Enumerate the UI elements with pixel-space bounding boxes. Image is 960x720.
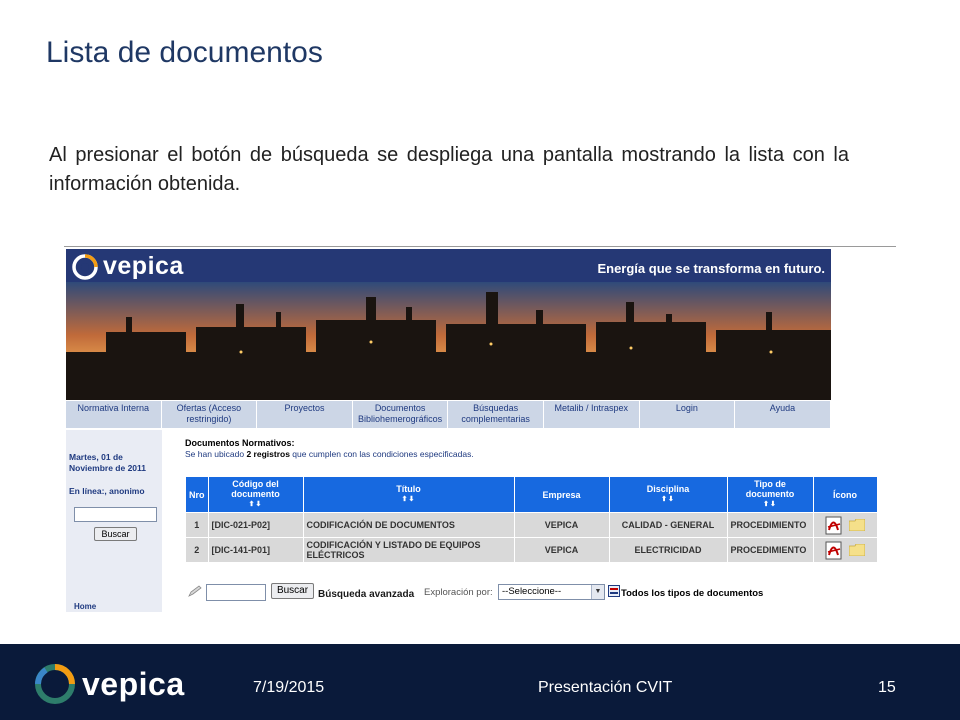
- footer-date: 7/19/2015: [253, 679, 325, 696]
- cell-titulo: CODIFICACIÓN DE DOCUMENTOS: [302, 512, 515, 538]
- results-title: Documentos Normativos:: [185, 438, 295, 448]
- sidebar-search-input[interactable]: [74, 507, 157, 522]
- cell-tipo: PROCEDIMIENTO: [726, 537, 814, 563]
- vepica-logo-icon: [72, 253, 98, 280]
- cell-tipo: PROCEDIMIENTO: [726, 512, 814, 538]
- cell-empresa: VEPICA: [513, 512, 610, 538]
- sort-arrows-icon[interactable]: ⬆⬇: [212, 500, 300, 510]
- site-banner: vepica Energía que se transforma en futu…: [66, 249, 831, 400]
- sort-arrows-icon[interactable]: ⬆⬇: [613, 495, 724, 505]
- cell-nro: 2: [185, 537, 209, 563]
- search-button[interactable]: Buscar: [271, 583, 314, 599]
- cell-titulo: CODIFICACIÓN Y LISTADO DE EQUIPOS ELÉCTR…: [302, 537, 515, 563]
- cell-codigo: [DIC-021-P02]: [207, 512, 304, 538]
- explore-select[interactable]: --Seleccione-- ▼: [498, 584, 605, 600]
- sidebar: Martes, 01 de Noviembre de 2011 En línea…: [66, 430, 162, 612]
- folder-icon[interactable]: [849, 519, 865, 531]
- cell-nro: 1: [185, 512, 209, 538]
- header-tipo[interactable]: Tipo de documento ⬆⬇: [726, 476, 814, 513]
- header-empresa: Empresa: [513, 476, 610, 513]
- results-count-value: 2 registros: [246, 449, 290, 459]
- cell-icono: [812, 537, 878, 563]
- results-count-suffix: que cumplen con las condiciones especifi…: [289, 449, 474, 459]
- footer-presentation-name: Presentación CVIT: [538, 679, 673, 696]
- slide-body: Al presionar el botón de búsqueda se des…: [49, 144, 849, 195]
- nav-ayuda[interactable]: Ayuda: [735, 401, 831, 428]
- pdf-icon[interactable]: [825, 541, 845, 560]
- results-table: Nro Código del documento ⬆⬇ Título ⬆⬇ Em…: [185, 476, 878, 563]
- footer-page-number: 15: [878, 679, 896, 696]
- sidebar-date: Martes, 01 de Noviembre de 2011: [69, 452, 147, 473]
- sidebar-online-status: En línea:, anonimo: [69, 486, 145, 496]
- nav-metalib[interactable]: Metalib / Intraspex: [543, 401, 640, 428]
- chevron-down-icon[interactable]: ▼: [591, 585, 604, 599]
- slide-footer: vepica 7/19/2015 Presentación CVIT 15: [0, 644, 960, 720]
- cell-codigo: [DIC-141-P01]: [207, 537, 304, 563]
- sort-arrows-icon[interactable]: ⬆⬇: [307, 495, 511, 505]
- vepica-logo-icon: [35, 664, 75, 704]
- header-tipo-label: Tipo de documento: [745, 479, 795, 499]
- main-nav: Normativa Interna Ofertas (Acceso restri…: [66, 401, 831, 428]
- explore-label: Exploración por:: [424, 587, 493, 598]
- industrial-plant-image: [66, 282, 831, 400]
- cell-icono: [812, 512, 878, 538]
- document-types-icon[interactable]: [608, 585, 620, 597]
- results-count-prefix: Se han ubicado: [185, 449, 247, 459]
- footer-logo-text: vepica: [82, 665, 185, 702]
- embedded-screenshot: vepica Energía que se transforma en futu…: [64, 246, 896, 612]
- results-count: Se han ubicado 2 registros que cumplen c…: [185, 449, 474, 459]
- header-titulo-label: Título: [396, 484, 421, 494]
- header-nro: Nro: [185, 476, 209, 513]
- nav-documentos[interactable]: Documentos Bibliohemerográficos: [352, 401, 449, 428]
- nav-login[interactable]: Login: [639, 401, 736, 428]
- slide: Lista de documentos Al presionar el botó…: [0, 0, 960, 720]
- folder-icon[interactable]: [849, 544, 865, 556]
- nav-busquedas[interactable]: Búsquedas complementarias: [448, 401, 544, 428]
- pdf-icon[interactable]: [825, 516, 845, 535]
- sidebar-search-button[interactable]: Buscar: [94, 527, 137, 541]
- explore-select-value: --Seleccione--: [502, 586, 562, 597]
- pencil-icon: [188, 585, 202, 597]
- divider: [64, 246, 896, 247]
- cell-disciplina: CALIDAD - GENERAL: [608, 512, 728, 538]
- cell-disciplina: ELECTRICIDAD: [608, 537, 728, 563]
- nav-normativa-interna[interactable]: Normativa Interna: [66, 401, 162, 428]
- sort-arrows-icon[interactable]: ⬆⬇: [731, 500, 810, 510]
- bottom-search-bar: Buscar Búsqueda avanzada Exploración por…: [185, 582, 885, 604]
- cell-empresa: VEPICA: [513, 537, 610, 563]
- header-titulo[interactable]: Título ⬆⬇: [302, 476, 515, 513]
- logo-text: vepica: [103, 252, 184, 280]
- header-codigo-label: Código del documento: [231, 479, 280, 499]
- nav-ofertas[interactable]: Ofertas (Acceso restringido): [161, 401, 258, 428]
- sidebar-home-link[interactable]: Home: [74, 602, 96, 611]
- all-document-types-link[interactable]: Todos los tipos de documentos: [621, 588, 763, 599]
- table-row: 1 [DIC-021-P02] CODIFICACIÓN DE DOCUMENT…: [185, 512, 878, 538]
- nav-proyectos[interactable]: Proyectos: [257, 401, 353, 428]
- search-input[interactable]: [206, 584, 266, 601]
- footer-logo: vepica: [34, 663, 185, 705]
- advanced-search-link[interactable]: Búsqueda avanzada: [318, 589, 414, 600]
- header-icono: Ícono: [812, 476, 878, 513]
- header-disciplina-label: Disciplina: [646, 484, 690, 494]
- banner-header: vepica Energía que se transforma en futu…: [66, 249, 831, 282]
- site-logo[interactable]: vepica: [72, 252, 184, 281]
- tagline: Energía que se transforma en futuro.: [597, 261, 825, 276]
- slide-title: Lista de documentos: [46, 36, 323, 69]
- header-disciplina[interactable]: Disciplina ⬆⬇: [608, 476, 728, 513]
- table-header-row: Nro Código del documento ⬆⬇ Título ⬆⬇ Em…: [185, 476, 878, 513]
- header-codigo[interactable]: Código del documento ⬆⬇: [207, 476, 304, 513]
- table-row: 2 [DIC-141-P01] CODIFICACIÓN Y LISTADO D…: [185, 537, 878, 563]
